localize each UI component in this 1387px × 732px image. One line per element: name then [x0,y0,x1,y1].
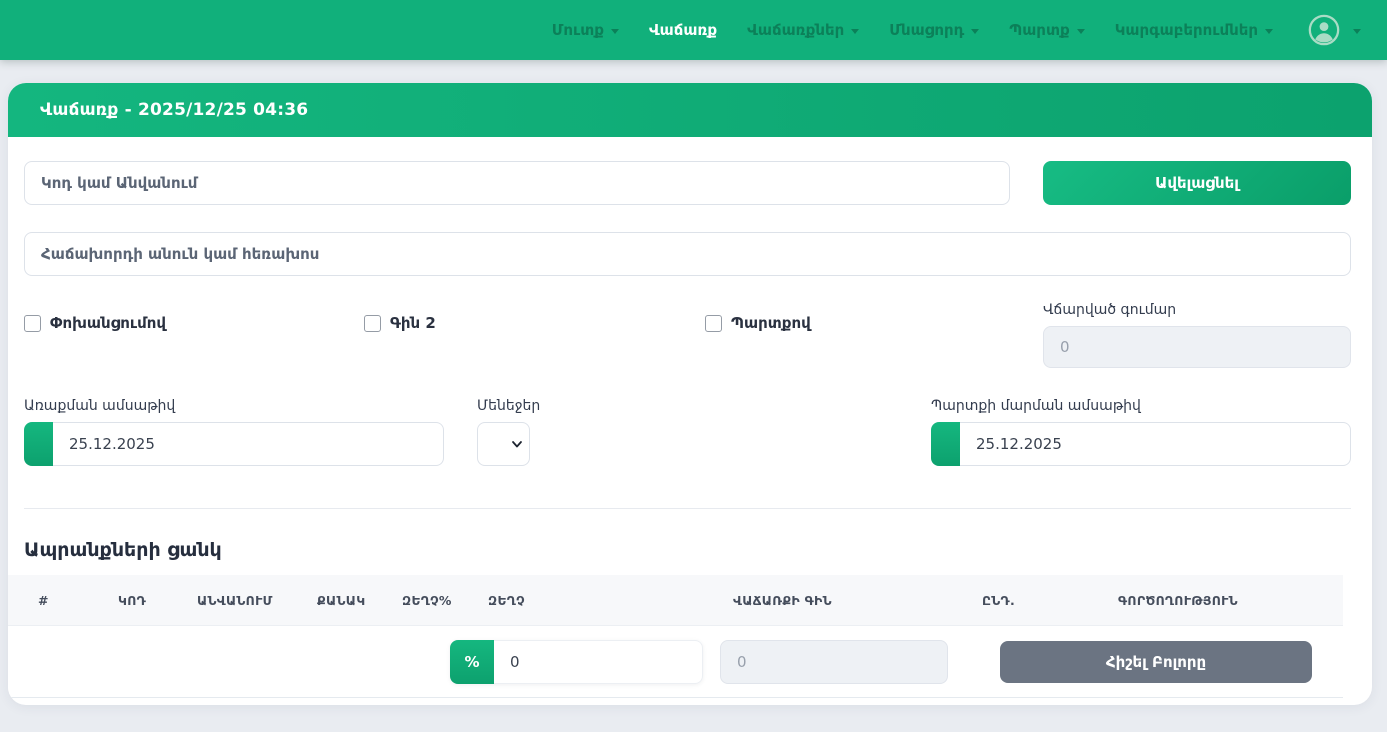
debt-checkbox[interactable] [705,315,722,332]
save-all-button[interactable]: Հիշել Բոլորը [1000,641,1312,683]
total-price-input [720,640,948,684]
price2-checkbox[interactable] [364,315,381,332]
add-button[interactable]: Ավելացնել [1043,161,1351,205]
caret-down-icon [1077,29,1085,34]
col-total: ԸՆԴ. [982,593,1015,608]
manager-select[interactable] [477,422,530,466]
table-footer-row: % Հիշել Բոլորը [8,626,1343,698]
products-table-header: # ԿՈԴ ԱՆՎԱՆՈՒՄ ՔԱՆԱԿ ԶԵՂՉ% ԶԵՂՉ ՎԱՃԱՌՔԻ … [8,575,1343,626]
price2-checkbox-label: Գին 2 [364,314,705,332]
products-list-title: Ապրանքների ցանկ [24,539,1372,561]
delivery-date-input[interactable] [53,422,444,466]
debt-checkbox-label: Պարտքով [705,314,1043,332]
col-quantity: ՔԱՆԱԿ [317,593,365,608]
calendar-addon-icon[interactable] [931,422,960,466]
nav-item-stock[interactable]: Մնացորդ [889,21,979,39]
paid-amount-label: Վճարված գումար [1043,302,1351,318]
sale-card: Վաճառք - 2025/12/25 04:36 Ավելացնել Փոխա… [8,83,1372,705]
products-table: # ԿՈԴ ԱՆՎԱՆՈՒՄ ՔԱՆԱԿ ԶԵՂՉ% ԶԵՂՉ ՎԱՃԱՌՔԻ … [8,575,1343,698]
col-code: ԿՈԴ [118,593,146,608]
calendar-addon-icon[interactable] [24,422,53,466]
nav-item-label: Պարտք [1009,21,1069,39]
user-menu[interactable] [1307,13,1361,47]
discount-input[interactable] [494,640,703,684]
debt-repayment-date-input[interactable] [960,422,1351,466]
discount-input-group: % [450,640,703,684]
nav-item-label: Կարգաբերումներ [1115,21,1258,39]
col-sale-price: ՎԱՃԱՌՔԻ ԳԻՆ [733,593,832,608]
col-index: # [38,593,49,608]
page-title: Վաճառք - 2025/12/25 04:36 [40,100,308,120]
card-header: Վաճառք - 2025/12/25 04:36 [8,83,1372,137]
nav-item-label: Մնացորդ [889,21,964,39]
caret-down-icon [611,29,619,34]
product-code-or-name-input[interactable] [24,161,1010,205]
percent-addon-icon[interactable]: % [450,640,494,684]
nav-item-label: Մուտք [552,21,604,39]
col-discount: ԶԵՂՉ [488,593,525,608]
nav-item-debt[interactable]: Պարտք [1009,21,1084,39]
col-name: ԱՆՎԱՆՈՒՄ [197,593,273,608]
nav-item-label: Վաճառք [649,21,717,39]
customer-name-or-phone-input[interactable] [24,232,1351,276]
caret-down-icon [851,29,859,34]
col-discount-pct: ԶԵՂՉ% [402,593,452,608]
transfer-checkbox[interactable] [24,315,41,332]
nav-item-label: Վաճառքներ [747,21,844,39]
col-action: ԳՈՐԾՈՂՈՒԹՅՈՒՆ [1118,593,1238,608]
nav-item-login[interactable]: Մուտք [552,21,619,39]
nav-item-settings[interactable]: Կարգաբերումներ [1115,21,1273,39]
caret-down-icon [1353,29,1361,34]
nav-item-sales[interactable]: Վաճառքներ [747,21,859,39]
caret-down-icon [971,29,979,34]
debt-date-label: Պարտքի մարման ամսաթիվ [931,398,1351,414]
section-divider [24,508,1351,509]
manager-label: Մենեջեր [477,398,540,414]
user-avatar-icon [1307,13,1341,47]
top-navbar: Մուտք Վաճառք Վաճառքներ Մնացորդ Պարտք Կար… [0,0,1387,60]
caret-down-icon [1265,29,1273,34]
transfer-checkbox-label: Փոխանցումով [24,314,364,332]
paid-amount-input [1043,326,1351,368]
delivery-date-label: Առաքման ամսաթիվ [24,398,444,414]
nav-item-sale-active[interactable]: Վաճառք [649,21,717,39]
